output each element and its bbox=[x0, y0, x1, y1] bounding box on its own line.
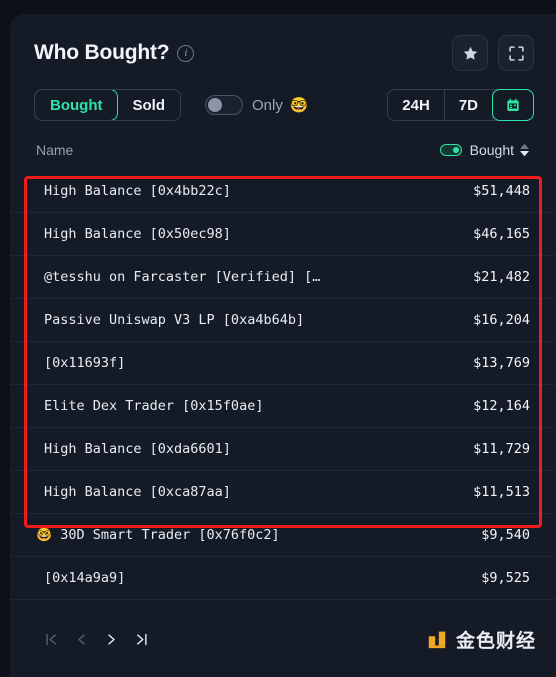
row-emoji: 🤓 bbox=[36, 527, 53, 543]
tab-bought[interactable]: Bought bbox=[34, 90, 119, 120]
table-row[interactable]: High Balance [0x4bb22c] $51,448 bbox=[10, 170, 556, 213]
first-page-icon bbox=[45, 633, 56, 645]
mini-toggle-knob bbox=[452, 147, 459, 153]
holder-table-body: High Balance [0x4bb22c] $51,448 High Bal… bbox=[10, 170, 556, 600]
row-name: 30D Smart Trader [0x76f0c2] bbox=[60, 527, 280, 543]
table-footer: 金色财经 bbox=[10, 610, 556, 668]
watermark-text: 金色财经 bbox=[455, 629, 536, 652]
row-value: $51,448 bbox=[473, 183, 530, 199]
page-title: Who Bought? bbox=[34, 41, 170, 64]
table-row[interactable]: High Balance [0xda6601] $11,729 bbox=[10, 428, 556, 471]
row-value: $11,513 bbox=[473, 484, 530, 500]
star-icon bbox=[463, 46, 477, 60]
table-row[interactable]: High Balance [0xca87aa] $11,513 bbox=[10, 471, 556, 514]
table-row[interactable]: Elite Dex Trader [0x15f0ae] $12,164 bbox=[10, 385, 556, 428]
row-value: $13,769 bbox=[473, 355, 530, 371]
value-column-toggle[interactable] bbox=[439, 144, 462, 156]
card-header: Who Bought? i bbox=[10, 14, 556, 72]
table-row[interactable]: 🤓 30D Smart Trader [0x76f0c2] $9,540 bbox=[10, 514, 556, 557]
table-row[interactable]: @tesshu on Farcaster [Verified] [… $21,4… bbox=[10, 256, 556, 299]
chevron-up-icon bbox=[520, 143, 529, 149]
expand-icon bbox=[508, 45, 524, 61]
last-page-button[interactable] bbox=[126, 624, 156, 654]
sort-control[interactable] bbox=[519, 143, 530, 157]
row-value: $16,204 bbox=[473, 312, 530, 328]
first-page-button[interactable] bbox=[36, 624, 66, 654]
row-value: $12,164 bbox=[473, 398, 530, 414]
watermark: 金色财经 bbox=[426, 626, 536, 653]
bought-sold-segmented-control[interactable]: Bought Sold bbox=[34, 89, 181, 121]
row-value: $21,482 bbox=[473, 269, 530, 285]
chevron-down-icon bbox=[520, 151, 529, 157]
time-range-calendar[interactable] bbox=[492, 89, 534, 121]
row-name: High Balance [0x50ec98] bbox=[44, 226, 231, 242]
toggle-knob bbox=[207, 98, 222, 112]
row-value: $46,165 bbox=[473, 226, 530, 242]
row-value: $9,525 bbox=[481, 570, 530, 586]
row-name: High Balance [0xda6601] bbox=[44, 441, 231, 457]
row-name: High Balance [0xca87aa] bbox=[44, 484, 231, 500]
time-range-group[interactable]: 24H 7D bbox=[387, 89, 534, 121]
chevron-left-icon bbox=[77, 633, 85, 645]
row-name: [0x11693f] bbox=[44, 355, 126, 371]
last-page-icon bbox=[136, 633, 147, 645]
row-value: $11,729 bbox=[473, 441, 530, 457]
calendar-icon bbox=[507, 98, 519, 111]
prev-page-button[interactable] bbox=[66, 624, 96, 654]
time-range-24h[interactable]: 24H bbox=[388, 90, 445, 120]
column-header-bought[interactable]: Bought bbox=[470, 142, 514, 158]
nerd-face-icon: 🤓 bbox=[289, 97, 309, 114]
table-row[interactable]: Passive Uniswap V3 LP [0xa4b64b] $16,204 bbox=[10, 299, 556, 342]
row-name: @tesshu on Farcaster [Verified] [… bbox=[44, 269, 321, 285]
only-label: Only bbox=[251, 96, 283, 114]
table-row[interactable]: High Balance [0x50ec98] $46,165 bbox=[10, 213, 556, 256]
info-icon[interactable]: i bbox=[177, 44, 195, 62]
chevron-right-icon bbox=[107, 633, 115, 645]
jinse-logo-icon bbox=[426, 628, 448, 650]
row-name: Elite Dex Trader [0x15f0ae] bbox=[44, 398, 264, 414]
row-name: Passive Uniswap V3 LP [0xa4b64b] bbox=[44, 312, 305, 328]
favorite-button[interactable] bbox=[452, 35, 488, 71]
time-range-7d[interactable]: 7D bbox=[445, 90, 493, 120]
row-value: $9,540 bbox=[481, 527, 530, 543]
table-column-header: Name Bought bbox=[10, 130, 556, 170]
only-toggle[interactable] bbox=[204, 95, 243, 115]
row-name: [0x14a9a9] bbox=[44, 570, 126, 586]
table-row[interactable]: [0x11693f] $13,769 bbox=[10, 342, 556, 385]
who-bought-card: Who Bought? i Bought Sold Only 🤓 24H 7D … bbox=[10, 14, 556, 677]
table-row[interactable]: [0x14a9a9] $9,525 bbox=[10, 557, 556, 600]
next-page-button[interactable] bbox=[96, 624, 126, 654]
column-header-value-group: Bought bbox=[439, 142, 530, 158]
only-filter-group: Only 🤓 bbox=[204, 95, 309, 115]
column-header-name[interactable]: Name bbox=[36, 142, 73, 158]
tab-sold[interactable]: Sold bbox=[117, 90, 180, 120]
row-name: High Balance [0x4bb22c] bbox=[44, 183, 231, 199]
filter-row: Bought Sold Only 🤓 24H 7D bbox=[10, 72, 556, 122]
expand-button[interactable] bbox=[498, 35, 534, 71]
